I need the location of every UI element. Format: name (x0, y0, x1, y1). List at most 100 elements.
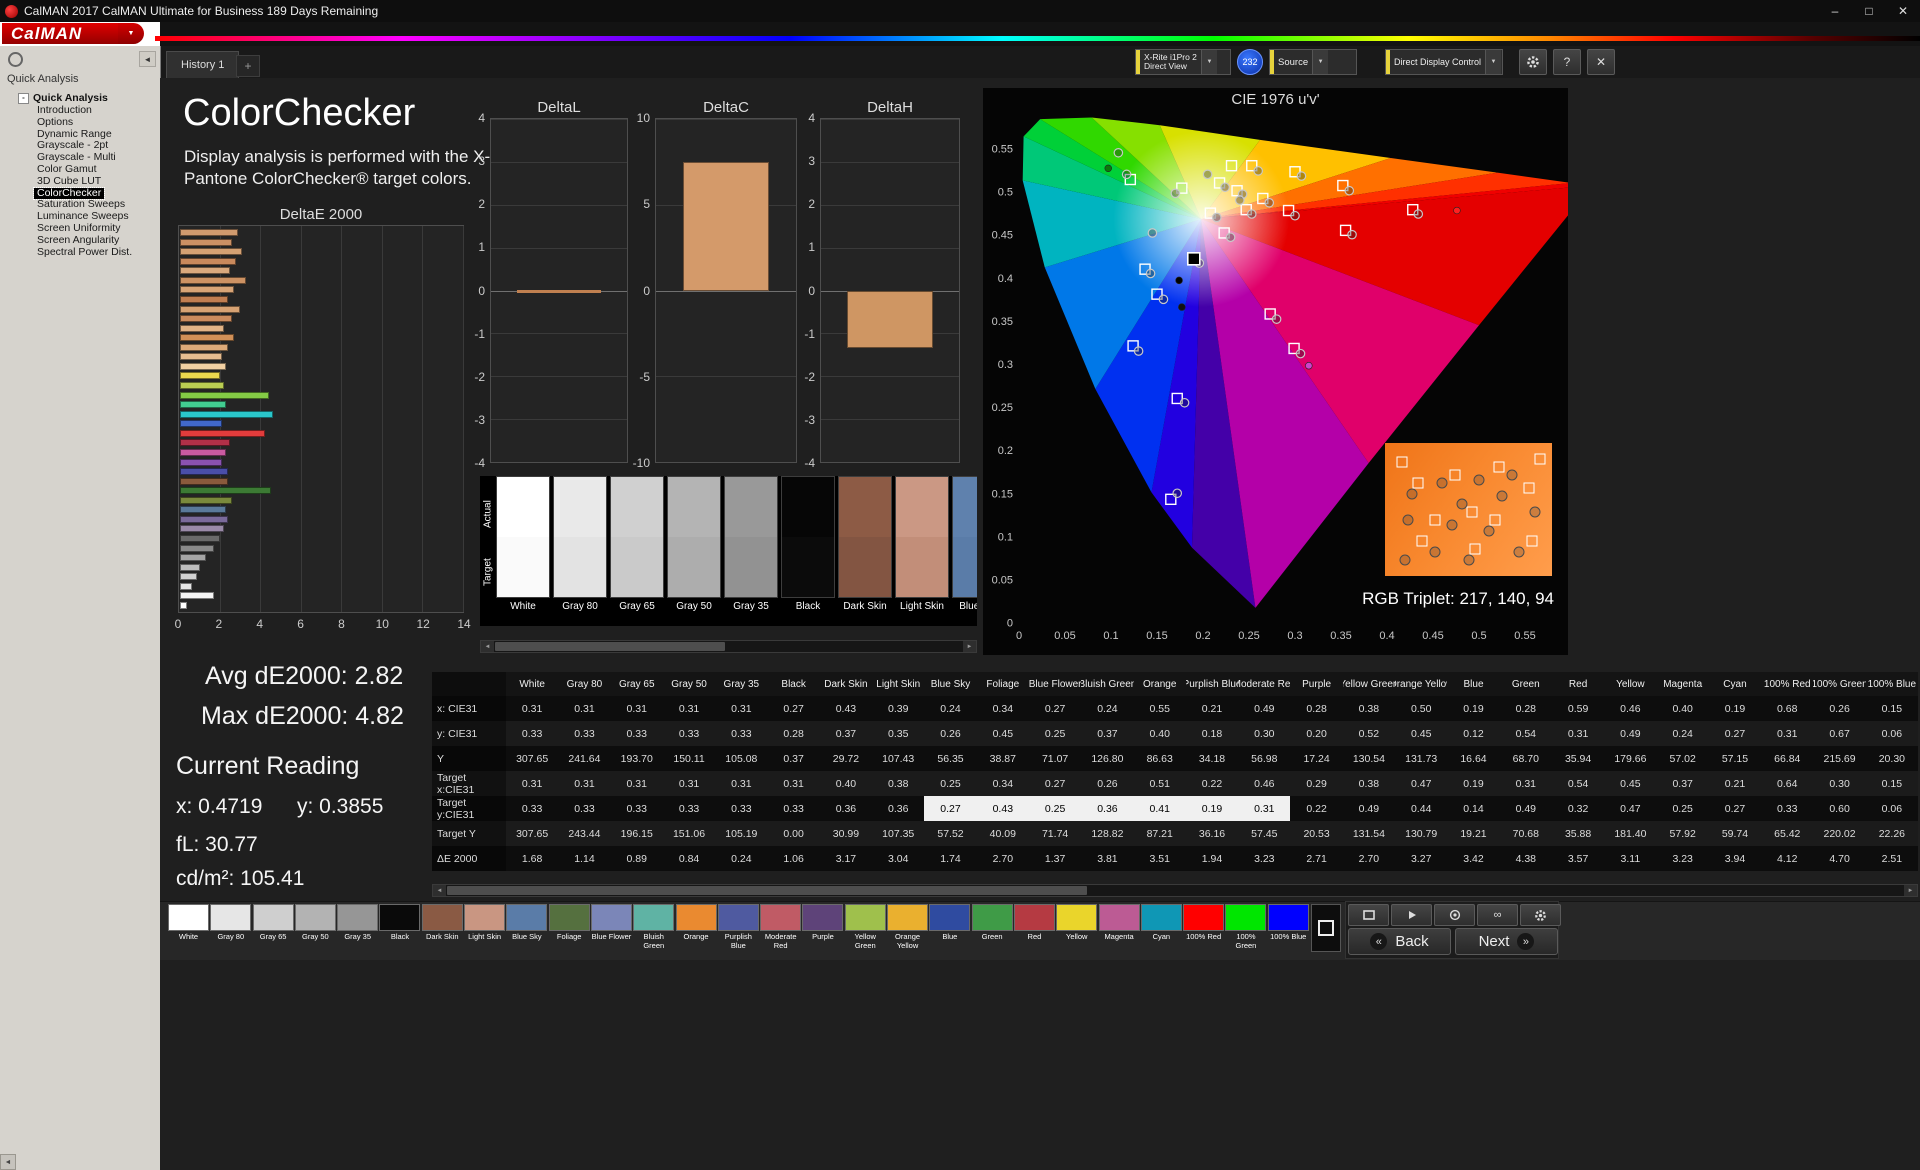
logo-menu-button[interactable]: ▼ (118, 23, 144, 44)
scroll-left-icon[interactable]: ◄ (433, 885, 446, 896)
inset-measured-marker (1399, 554, 1411, 566)
deltae-bar (180, 458, 223, 466)
close-button[interactable]: ✕ (1886, 0, 1920, 22)
table-cell: 16.64 (1460, 752, 1487, 765)
table-cell: 4.12 (1777, 852, 1798, 865)
patch-orange-yellow[interactable]: Orange Yellow (887, 904, 929, 950)
patch-gray-65[interactable]: Gray 65 (252, 904, 294, 950)
chevron-down-icon[interactable]: ▼ (1312, 50, 1329, 74)
sidebar-item-color-gamut[interactable]: Color Gamut (34, 163, 100, 176)
add-tab-button[interactable]: + (236, 55, 260, 77)
patch-gray-80[interactable]: Gray 80 (210, 904, 252, 950)
patch-moderate-red[interactable]: Moderate Red (760, 904, 802, 950)
sidebar-item-options[interactable]: Options (34, 116, 76, 129)
sidebar-item-screen-angularity[interactable]: Screen Angularity (34, 234, 122, 247)
panel-collapse-button[interactable]: ◄ (139, 51, 156, 67)
source-select[interactable]: Source ▼ (1269, 49, 1357, 75)
measure-icon (1449, 909, 1460, 921)
patch-100-blue[interactable]: 100% Blue (1267, 904, 1309, 950)
tick-label: 2 (215, 617, 223, 631)
read-continuous-button[interactable] (1391, 904, 1432, 926)
meter-select[interactable]: X-Rite i1Pro 2 Direct View ▼ (1135, 49, 1231, 75)
patch-yellow[interactable]: Yellow (1056, 904, 1098, 950)
table-cell: 0.31 (1238, 796, 1291, 821)
inset-measured-marker (1456, 498, 1468, 510)
sidebar-item-3d-cube-lut[interactable]: 3D Cube LUT (34, 175, 104, 188)
column-header-black: Black (781, 678, 806, 690)
source-label: Source (1274, 50, 1312, 74)
chevron-down-icon[interactable]: ▼ (1485, 50, 1502, 74)
table-cell: 105.19 (725, 827, 758, 840)
inset-target-marker (1493, 461, 1505, 473)
tree-expander-icon[interactable]: - (18, 93, 29, 104)
patch-gray-50[interactable]: Gray 50 (294, 904, 336, 950)
workflow-close-button[interactable]: ✕ (1587, 49, 1615, 75)
tick-label: 4 (808, 111, 815, 125)
swatch-target (554, 537, 606, 597)
patch-purplish-blue[interactable]: Purplish Blue (717, 904, 759, 950)
sidebar-item-screen-uniformity[interactable]: Screen Uniformity (34, 222, 123, 235)
table-cell: 57.02 (1669, 752, 1696, 765)
patch-orange[interactable]: Orange (675, 904, 717, 950)
measure-button[interactable] (1434, 904, 1475, 926)
next-button[interactable]: Next » (1455, 928, 1558, 955)
patch-100-red[interactable]: 100% Red (1183, 904, 1225, 950)
gridline (491, 333, 627, 335)
table-cell: 0.46 (1254, 777, 1275, 790)
patch-yellow-green[interactable]: Yellow Green (844, 904, 886, 950)
patch-dark-skin[interactable]: Dark Skin (421, 904, 463, 950)
patch-blue-sky[interactable]: Blue Sky (506, 904, 548, 950)
panel-menu-button[interactable] (8, 52, 23, 67)
swatch-scroll-thumb[interactable] (495, 642, 725, 651)
patch-gray-35[interactable]: Gray 35 (337, 904, 379, 950)
patch-white[interactable]: White (168, 904, 209, 950)
back-button[interactable]: « Back (1348, 928, 1451, 955)
sidebar-scroll-left-button[interactable]: ◄ (0, 1154, 16, 1170)
table-scrollbar[interactable]: ◄ ► (432, 884, 1918, 897)
tab-history-1[interactable]: History 1 (166, 51, 240, 78)
patch-blue[interactable]: Blue (929, 904, 971, 950)
swatch-scrollbar[interactable]: ◄ ► (480, 640, 977, 653)
options-button[interactable] (1520, 904, 1561, 926)
pattern-window-button[interactable] (1348, 904, 1389, 926)
table-scroll-thumb[interactable] (447, 886, 1087, 895)
patch-foliage[interactable]: Foliage (548, 904, 590, 950)
scroll-right-icon[interactable]: ► (963, 641, 976, 652)
patch-light-skin[interactable]: Light Skin (464, 904, 506, 950)
deltal-axis-labels: 4 3 2 1 0 -1 -2 -3 -4 (462, 111, 490, 470)
maximize-button[interactable]: □ (1852, 0, 1886, 22)
sidebar-tree: - Quick Analysis Introduction Options Dynam… (4, 92, 158, 258)
table-cell: 0.37 (1672, 777, 1693, 790)
patch-blue-flower[interactable]: Blue Flower (590, 904, 632, 950)
continuous-mode-button[interactable]: ∞ (1477, 904, 1518, 926)
scroll-left-icon[interactable]: ◄ (481, 641, 494, 652)
swatch-target (668, 537, 720, 597)
swatch-gray-65: Gray 65 (610, 476, 664, 626)
row-label: Y (432, 746, 506, 771)
deltae-bar (180, 315, 233, 323)
patch-green[interactable]: Green (971, 904, 1013, 950)
patch-red[interactable]: Red (1013, 904, 1055, 950)
table-cell: 307.65 (516, 827, 549, 840)
chevron-down-icon[interactable]: ▼ (1200, 50, 1217, 74)
blackout-toggle-button[interactable] (1311, 904, 1341, 952)
patch-100-green[interactable]: 100% Green (1225, 904, 1267, 950)
minimize-button[interactable]: – (1818, 0, 1852, 22)
settings-button[interactable] (1519, 49, 1547, 75)
patch-cyan[interactable]: Cyan (1140, 904, 1182, 950)
table-cell: 1.94 (1201, 852, 1223, 865)
table-cell: 107.43 (882, 752, 915, 765)
table-cell: 86.63 (1146, 752, 1173, 765)
swatch-colors (952, 476, 977, 598)
sidebar-item-spectral-power-dist[interactable]: Spectral Power Dist. (34, 246, 135, 259)
patch-magenta[interactable]: Magenta (1098, 904, 1140, 950)
patch-black[interactable]: Black (379, 904, 421, 950)
help-button[interactable]: ? (1553, 49, 1581, 75)
patch-bluish-green[interactable]: Bluish Green (633, 904, 675, 950)
scroll-right-icon[interactable]: ► (1904, 885, 1917, 896)
table-cell: 0.37 (1097, 727, 1118, 740)
display-control-select[interactable]: Direct Display Control ▼ (1385, 49, 1503, 75)
patch-purple[interactable]: Purple (802, 904, 844, 950)
tick-label: 10 (636, 111, 650, 125)
deltae-bar (180, 238, 233, 246)
